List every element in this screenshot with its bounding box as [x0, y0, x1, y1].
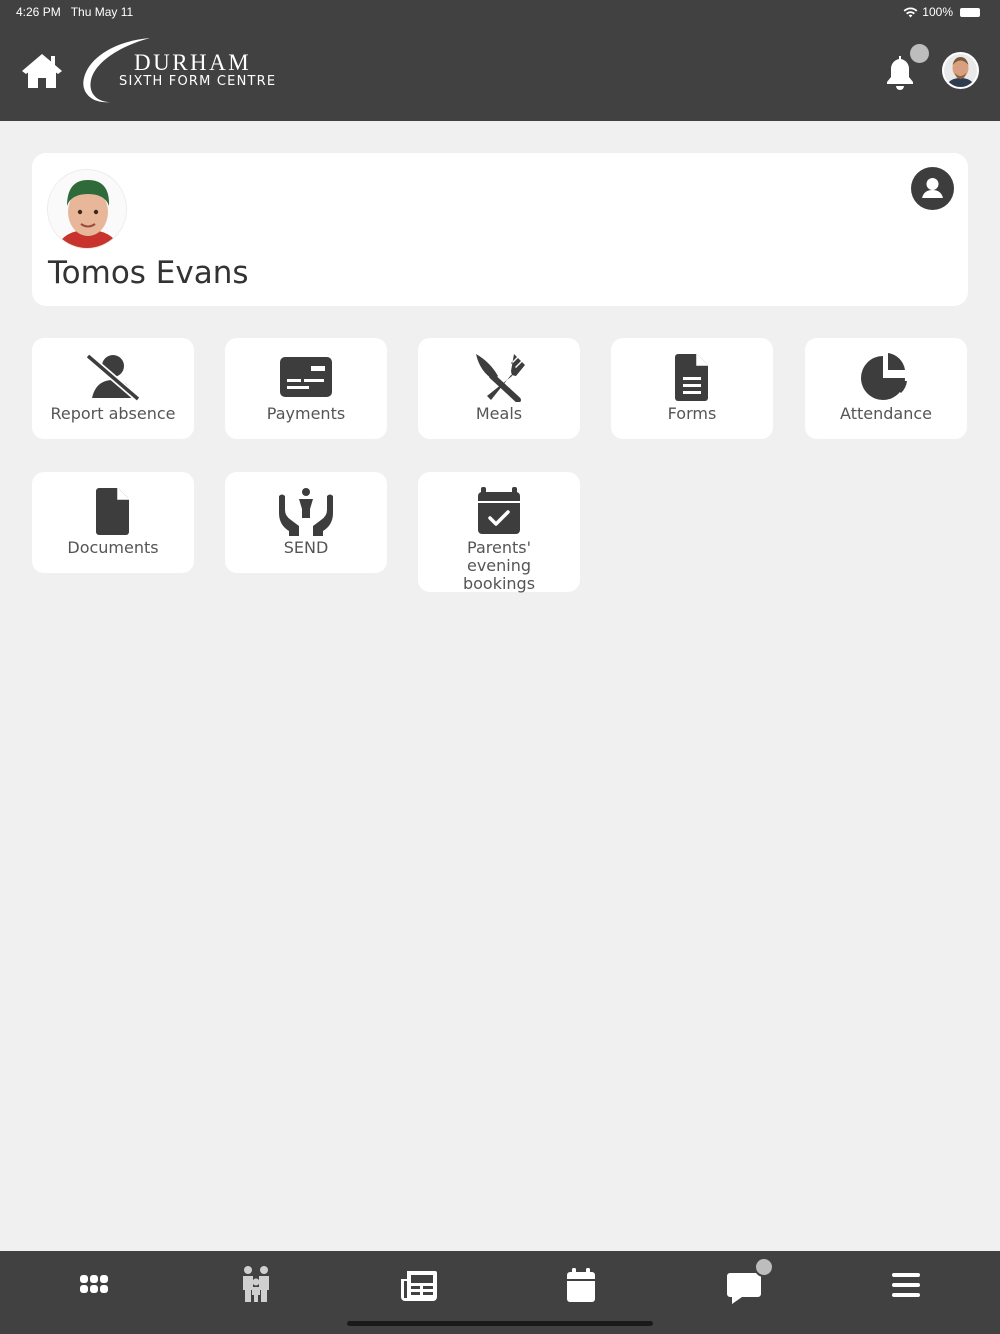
- status-right: 100%: [903, 5, 980, 19]
- family-icon: [243, 1266, 269, 1302]
- pie-chart-icon: [861, 353, 907, 400]
- tile-attendance[interactable]: Attendance: [805, 338, 967, 439]
- student-profile-card: Tomos Evans: [32, 153, 968, 306]
- nav-calendar[interactable]: [559, 1265, 603, 1305]
- credit-card-icon: [280, 357, 332, 397]
- newspaper-icon: [401, 1271, 437, 1301]
- profile-button[interactable]: [911, 167, 954, 210]
- app-header: DURHAM SIXTH FORM CENTRE: [0, 24, 1000, 121]
- tile-payments[interactable]: Payments: [225, 338, 387, 439]
- avatar-photo-icon: [944, 54, 977, 87]
- tile-report-absence[interactable]: Report absence: [32, 338, 194, 439]
- battery-icon: [960, 7, 980, 17]
- wifi-icon: [903, 6, 918, 18]
- home-button[interactable]: [20, 50, 64, 92]
- tile-label: Documents: [67, 538, 159, 557]
- file-icon: [96, 488, 129, 535]
- battery-percent: 100%: [922, 5, 953, 19]
- tile-documents[interactable]: Documents: [32, 472, 194, 573]
- logo-title: DURHAM: [134, 50, 252, 75]
- tile-label: SEND: [283, 538, 329, 557]
- student-photo: [47, 169, 127, 249]
- messages-badge: [754, 1257, 774, 1277]
- user-slash-icon: [85, 353, 141, 402]
- tile-label: Parents' evening bookings: [462, 538, 536, 593]
- tile-label: Attendance: [840, 404, 932, 423]
- student-photo-icon: [48, 170, 126, 248]
- logo-subtitle: SIXTH FORM CENTRE: [119, 74, 277, 89]
- student-name: Tomos Evans: [48, 255, 249, 291]
- bottom-navigation: [0, 1251, 1000, 1334]
- notification-badge: [910, 44, 929, 63]
- school-logo: DURHAM SIXTH FORM CENTRE: [82, 36, 282, 106]
- utensils-icon: [476, 354, 525, 402]
- calendar-check-icon: [478, 487, 520, 534]
- tile-label: Payments: [266, 404, 346, 423]
- user-circle-icon: [922, 178, 943, 198]
- home-icon: [22, 54, 62, 88]
- tile-label: Report absence: [50, 404, 176, 423]
- tile-forms[interactable]: Forms: [611, 338, 773, 439]
- nav-menu[interactable]: [884, 1265, 928, 1305]
- home-indicator: [347, 1321, 653, 1326]
- status-bar: 4:26 PM Thu May 11 100%: [0, 0, 1000, 24]
- hands-holding-child-icon: [279, 488, 333, 536]
- menu-icon: [892, 1273, 920, 1297]
- nav-family[interactable]: [234, 1265, 278, 1305]
- tile-label: Forms: [667, 404, 717, 423]
- document-text-icon: [675, 354, 708, 401]
- nav-apps[interactable]: [72, 1265, 116, 1305]
- user-avatar[interactable]: [942, 52, 979, 89]
- tile-parents-evening[interactable]: Parents' evening bookings: [418, 472, 580, 593]
- status-time: 4:26 PM Thu May 11: [16, 5, 134, 19]
- calendar-icon: [567, 1268, 595, 1302]
- nav-news[interactable]: [397, 1265, 441, 1305]
- tile-meals[interactable]: Meals: [418, 338, 580, 439]
- apps-grid-icon: [80, 1275, 108, 1293]
- tile-send[interactable]: SEND: [225, 472, 387, 573]
- tile-label: Meals: [475, 404, 523, 423]
